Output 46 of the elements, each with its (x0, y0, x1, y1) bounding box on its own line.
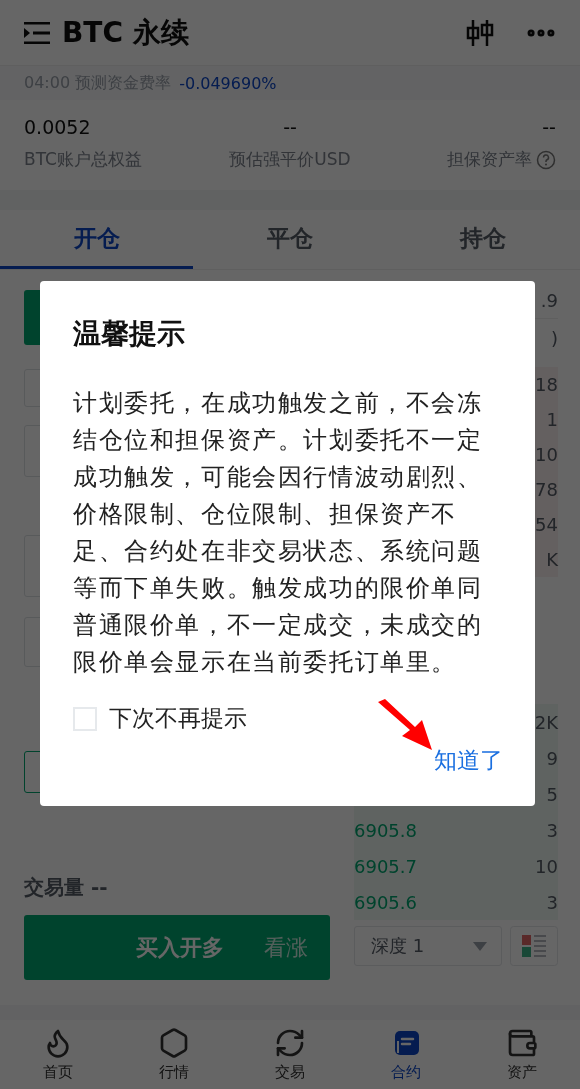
price-text: .9 (540, 289, 558, 311)
hexagon-icon (158, 1027, 190, 1059)
funding-rate-value: -0.049690% (179, 73, 277, 93)
depth-select[interactable]: 深度 1 (354, 926, 502, 966)
order-amount: 78 (535, 479, 558, 500)
stat-value: -- (283, 116, 297, 138)
nav-tab[interactable]: 合约 (348, 1020, 464, 1089)
help-icon[interactable] (536, 149, 556, 170)
tab[interactable]: 开仓 (0, 210, 194, 269)
bid-price: 6905.7 (354, 855, 417, 877)
menu-icon[interactable] (24, 21, 50, 44)
order-amount: 54 (535, 514, 558, 535)
dialog-title: 温馨提示 (73, 316, 186, 352)
layout-toggle-icon[interactable] (510, 926, 558, 966)
order-amount: 5 (546, 783, 558, 805)
bid-price: 6905.8 (354, 819, 417, 841)
order-amount: 1 (546, 409, 558, 430)
nav-tab[interactable]: 首页 (0, 1020, 116, 1089)
page-title: BTC 永续 (62, 14, 190, 51)
dialog-message: 计划委托，在成功触发之前，不会冻结仓位和担保资产。计划委托不一定成功触发，可能会因行情波动剧烈、价格限制、仓位限制、担保资产不足、合约处在非交易状态、系统问题等而下单失败。触发成功的限价单同普通限价单，不一定成交，未成交的限价单会显示在当前委托订单里。 (73, 388, 484, 678)
nav-tab[interactable]: 行情 (116, 1020, 232, 1089)
stat-value: 0.0052 (24, 116, 91, 138)
wallet-icon (506, 1027, 538, 1059)
order-amount: 2K (534, 711, 558, 733)
order-amount: 10 (535, 444, 558, 465)
tab[interactable]: 平仓 (193, 210, 387, 269)
order-amount: 9 (546, 747, 558, 769)
checkbox-label[interactable]: 下次不再提示 (109, 703, 247, 734)
stat-value: -- (542, 116, 556, 138)
bid-price: 6905.6 (354, 891, 417, 913)
column-header: ) (550, 328, 558, 349)
exchange-icon (274, 1027, 306, 1059)
buy-button[interactable]: 买入开多 看涨 (24, 915, 330, 980)
checkbox[interactable] (73, 706, 97, 731)
confirm-button[interactable]: 知道了 (432, 741, 505, 780)
volume-label: 交易量 -- (24, 874, 109, 901)
candlestick-icon[interactable] (466, 17, 494, 48)
nav-tab[interactable]: 资产 (464, 1020, 580, 1089)
caret-icon (473, 941, 487, 951)
order-amount: K (546, 549, 558, 570)
nav-tab[interactable]: 交易 (232, 1020, 348, 1089)
tab[interactable]: 持仓 (386, 210, 580, 269)
order-amount: 18 (535, 374, 558, 395)
order-amount: 3 (546, 819, 558, 841)
order-amount: 3 (546, 891, 558, 913)
order-amount: 10 (535, 855, 558, 877)
